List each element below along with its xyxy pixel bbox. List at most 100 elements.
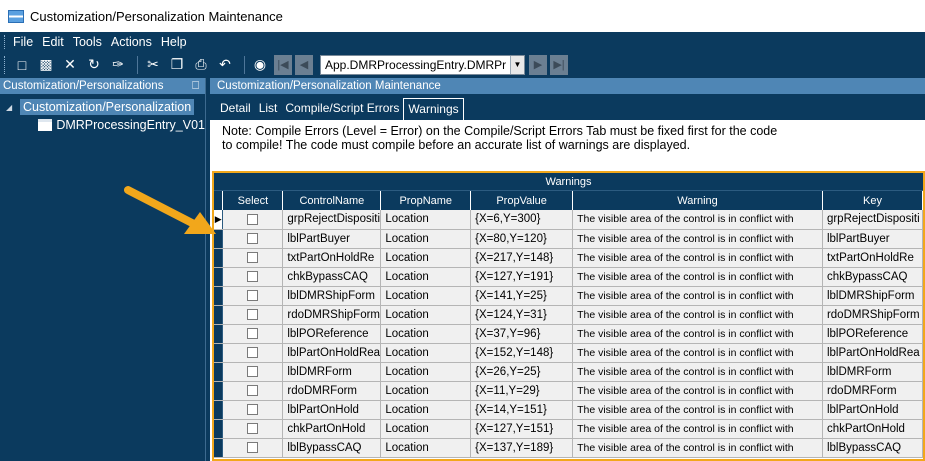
key-cell[interactable]: rdoDMRForm <box>822 381 923 401</box>
propname-cell[interactable]: Location <box>380 286 472 306</box>
menu-tools[interactable]: Tools <box>73 35 102 49</box>
key-cell[interactable]: chkBypassCAQ <box>822 267 923 287</box>
tree-child-node[interactable]: DMRProcessingEntry_V01 <box>0 116 205 134</box>
key-cell[interactable]: txtPartOnHoldRe <box>822 248 923 268</box>
propname-cell[interactable]: Location <box>380 400 472 420</box>
key-cell[interactable]: lblPartOnHold <box>822 400 923 420</box>
select-checkbox[interactable] <box>247 422 259 434</box>
warning-cell[interactable]: The visible area of the control is in co… <box>572 210 823 230</box>
key-cell[interactable]: grpRejectDispositi <box>822 210 923 230</box>
tab-list[interactable]: List <box>255 101 282 120</box>
save-icon[interactable]: ▩ <box>36 55 56 75</box>
propname-cell[interactable]: Location <box>380 381 472 401</box>
propname-cell[interactable]: Location <box>380 362 472 382</box>
previous-record-icon[interactable]: ◀ <box>295 54 313 75</box>
propname-cell[interactable]: Location <box>380 419 472 439</box>
next-record-icon[interactable]: ▶ <box>529 54 547 75</box>
select-checkbox[interactable] <box>247 308 259 320</box>
table-row[interactable]: lblPartOnHold Location {X=14,Y=151} The vis… <box>214 400 923 420</box>
warning-cell[interactable]: The visible area of the control is in co… <box>572 362 823 382</box>
propvalue-cell[interactable]: {X=37,Y=96} <box>470 324 574 344</box>
first-record-icon[interactable]: |◀ <box>274 54 292 75</box>
controlname-cell[interactable]: lblDMRForm <box>282 362 382 382</box>
controlname-cell[interactable]: lblPartOnHoldRea <box>282 343 382 363</box>
key-cell[interactable]: lblBypassCAQ <box>822 438 923 458</box>
select-checkbox[interactable] <box>247 384 259 396</box>
warning-cell[interactable]: The visible area of the control is in co… <box>572 305 823 325</box>
propvalue-cell[interactable]: {X=14,Y=151} <box>470 400 574 420</box>
column-header-propvalue[interactable]: PropValue <box>470 191 574 210</box>
tree-child-label[interactable]: DMRProcessingEntry_V01 <box>56 118 205 132</box>
form-selector-combo[interactable]: App.DMRProcessingEntry.DMRPr ▼ <box>320 54 525 75</box>
select-checkbox[interactable] <box>247 365 259 377</box>
select-checkbox[interactable] <box>247 346 259 358</box>
paste-icon[interactable]: ⎙ <box>191 55 211 75</box>
tab-detail[interactable]: Detail <box>216 101 255 120</box>
controlname-cell[interactable]: lblPartBuyer <box>282 229 382 249</box>
propname-cell[interactable]: Location <box>380 438 472 458</box>
warning-cell[interactable]: The visible area of the control is in co… <box>572 248 823 268</box>
select-checkbox[interactable] <box>247 213 259 225</box>
warning-cell[interactable]: The visible area of the control is in co… <box>572 438 823 458</box>
menu-edit[interactable]: Edit <box>42 35 64 49</box>
warning-cell[interactable]: The visible area of the control is in co… <box>572 400 823 420</box>
table-row[interactable]: chkBypassCAQ Location {X=127,Y=191} The vis… <box>214 267 923 287</box>
tab-compile-script-errors[interactable]: Compile/Script Errors <box>281 101 403 120</box>
cut-icon[interactable]: ✂ <box>143 55 163 75</box>
controlname-cell[interactable]: lblDMRShipForm <box>282 286 382 306</box>
table-row[interactable]: lblPartOnHoldRea Location {X=152,Y=148} The… <box>214 343 923 363</box>
undo-icon[interactable]: ↶ <box>215 55 235 75</box>
table-row[interactable]: rdoDMRForm Location {X=11,Y=29} The visible… <box>214 381 923 401</box>
chevron-down-icon[interactable]: ▼ <box>510 55 524 74</box>
select-checkbox[interactable] <box>247 270 259 282</box>
row-selector[interactable] <box>214 343 224 363</box>
select-checkbox[interactable] <box>247 289 259 301</box>
propname-cell[interactable]: Location <box>380 229 472 249</box>
warning-cell[interactable]: The visible area of the control is in co… <box>572 381 823 401</box>
propvalue-cell[interactable]: {X=80,Y=120} <box>470 229 574 249</box>
warning-cell[interactable]: The visible area of the control is in co… <box>572 419 823 439</box>
tree-root-label[interactable]: Customization/Personalization <box>20 99 195 115</box>
row-selector[interactable] <box>214 267 224 287</box>
key-cell[interactable]: lblDMRShipForm <box>822 286 923 306</box>
controlname-cell[interactable]: rdoDMRForm <box>282 381 382 401</box>
propvalue-cell[interactable]: {X=127,Y=191} <box>470 267 574 287</box>
refresh-icon[interactable]: ↻ <box>84 55 104 75</box>
row-selector[interactable] <box>214 305 224 325</box>
table-row[interactable]: lblDMRShipForm Location {X=141,Y=25} The vi… <box>214 286 923 306</box>
row-selector[interactable] <box>214 324 224 344</box>
warning-cell[interactable]: The visible area of the control is in co… <box>572 324 823 344</box>
table-row[interactable]: chkPartOnHold Location {X=127,Y=151} The vi… <box>214 419 923 439</box>
select-checkbox[interactable] <box>247 251 259 263</box>
table-row[interactable]: txtPartOnHoldRe Location {X=217,Y=148} The … <box>214 248 923 268</box>
propname-cell[interactable]: Location <box>380 267 472 287</box>
key-cell[interactable]: rdoDMRShipForm <box>822 305 923 325</box>
controlname-cell[interactable]: lblPartOnHold <box>282 400 382 420</box>
last-record-icon[interactable]: ▶| <box>550 54 568 75</box>
propname-cell[interactable]: Location <box>380 305 472 325</box>
propvalue-cell[interactable]: {X=137,Y=189} <box>470 438 574 458</box>
propname-cell[interactable]: Location <box>380 248 472 268</box>
controlname-cell[interactable]: txtPartOnHoldRe <box>282 248 382 268</box>
menu-help[interactable]: Help <box>161 35 187 49</box>
tree-root-node[interactable]: ◢ Customization/Personalization <box>0 98 205 116</box>
propname-cell[interactable]: Location <box>380 324 472 344</box>
controlname-cell[interactable]: rdoDMRShipForm <box>282 305 382 325</box>
column-header-warning[interactable]: Warning <box>572 191 823 210</box>
pin-icon[interactable]: ⎕ <box>192 80 199 93</box>
key-cell[interactable]: lblPartBuyer <box>822 229 923 249</box>
row-selector[interactable] <box>214 381 224 401</box>
propvalue-cell[interactable]: {X=11,Y=29} <box>470 381 574 401</box>
column-header-controlname[interactable]: ControlName <box>282 191 382 210</box>
menu-actions[interactable]: Actions <box>111 35 152 49</box>
clear-icon[interactable]: ✑ <box>108 55 128 75</box>
key-cell[interactable]: lblPOReference <box>822 324 923 344</box>
propvalue-cell[interactable]: {X=124,Y=31} <box>470 305 574 325</box>
propvalue-cell[interactable]: {X=26,Y=25} <box>470 362 574 382</box>
propvalue-cell[interactable]: {X=217,Y=148} <box>470 248 574 268</box>
controlname-cell[interactable]: grpRejectDispositi <box>282 210 382 230</box>
controlname-cell[interactable]: chkPartOnHold <box>282 419 382 439</box>
key-cell[interactable]: chkPartOnHold <box>822 419 923 439</box>
tab-warnings[interactable]: Warnings <box>403 98 464 120</box>
column-header-key[interactable]: Key <box>822 191 923 210</box>
